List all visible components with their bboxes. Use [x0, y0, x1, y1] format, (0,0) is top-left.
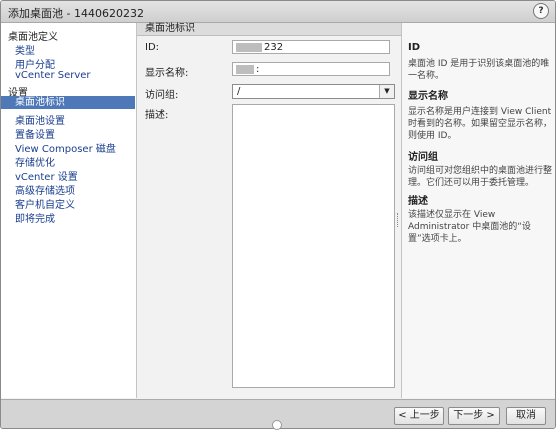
- access-group-label: 访问组:: [145, 90, 179, 101]
- sidebar-item-provisioning-settings[interactable]: 置备设置: [15, 126, 55, 141]
- help-panel: ID 桌面池 ID 是用于识别该桌面池的唯一名称。 显示名称 显示名称是用户连接…: [401, 23, 555, 398]
- help-text-id: 桌面池 ID 是用于识别该桌面池的唯一名称。: [408, 59, 550, 81]
- sidebar-item-vcenter-server[interactable]: vCenter Server: [15, 70, 91, 81]
- redacted-text: [236, 64, 254, 74]
- sidebar-item-pool-identification[interactable]: 桌面池标识: [1, 96, 135, 109]
- display-name-value: :: [256, 64, 260, 75]
- access-group-value: /: [237, 86, 241, 97]
- wizard-steps-sidebar: 桌面池定义 类型 用户分配 vCenter Server 设置 桌面池标识 桌面…: [1, 23, 137, 398]
- access-group-select[interactable]: / ▼: [232, 84, 395, 99]
- help-title-display-name: 显示名称: [408, 91, 448, 102]
- sidebar-item-view-composer-disks[interactable]: View Composer 磁盘: [15, 140, 116, 155]
- display-name-input[interactable]: :: [232, 62, 390, 76]
- sidebar-item-pool-settings[interactable]: 桌面池设置: [15, 112, 65, 127]
- pool-identification-form: ID: 232 显示名称: : 访问组: / ▼ 描述:: [137, 36, 399, 398]
- redacted-text: [236, 42, 262, 52]
- help-title-access-group: 访问组: [408, 152, 438, 163]
- next-button[interactable]: 下一步 >: [448, 407, 500, 425]
- sidebar-item-ready-to-complete[interactable]: 即将完成: [15, 210, 55, 225]
- help-icon[interactable]: ?: [533, 3, 549, 19]
- help-title-description: 描述: [408, 196, 428, 207]
- id-label: ID:: [145, 42, 160, 53]
- chevron-down-icon[interactable]: ▼: [379, 85, 394, 98]
- sidebar-item-type[interactable]: 类型: [15, 42, 35, 57]
- help-text-access-group: 访问组可对您组织中的桌面池进行整理。它们还可以用于委托管理。: [408, 166, 553, 188]
- sidebar-item-storage-optimization[interactable]: 存储优化: [15, 154, 55, 169]
- sidebar-item-guest-customization[interactable]: 客户机自定义: [15, 196, 75, 211]
- sidebar-item-vcenter-settings[interactable]: vCenter 设置: [15, 168, 78, 183]
- sidebar-item-advanced-storage[interactable]: 高级存储选项: [15, 182, 75, 197]
- help-title-id: ID: [408, 42, 421, 53]
- back-button[interactable]: < 上一步: [394, 407, 444, 425]
- id-value: 232: [264, 42, 284, 53]
- description-textarea[interactable]: [232, 104, 395, 388]
- cancel-button[interactable]: 取消: [506, 407, 546, 425]
- display-name-label: 显示名称:: [145, 68, 189, 79]
- form-section-header: 桌面池标识: [137, 23, 407, 36]
- sidebar-group-pool-definition: 桌面池定义: [8, 32, 58, 43]
- id-input[interactable]: 232: [232, 40, 390, 54]
- help-text-description: 该描述仅显示在 View Administrator 中桌面池的“设置”选项卡上…: [408, 210, 531, 244]
- help-text-display-name: 显示名称是用户连接到 View Client 时看到的名称。如果留空显示名称，则…: [408, 107, 553, 141]
- description-label: 描述:: [145, 110, 169, 121]
- window-title: 添加桌面池 - 1440620232: [8, 7, 144, 20]
- sidebar-item-user-assignment[interactable]: 用户分配: [15, 56, 55, 71]
- add-desktop-pool-dialog: 添加桌面池 - 1440620232 ? 桌面池定义 类型 用户分配 vCent…: [0, 0, 556, 429]
- title-bar: 添加桌面池 - 1440620232 ?: [1, 1, 555, 23]
